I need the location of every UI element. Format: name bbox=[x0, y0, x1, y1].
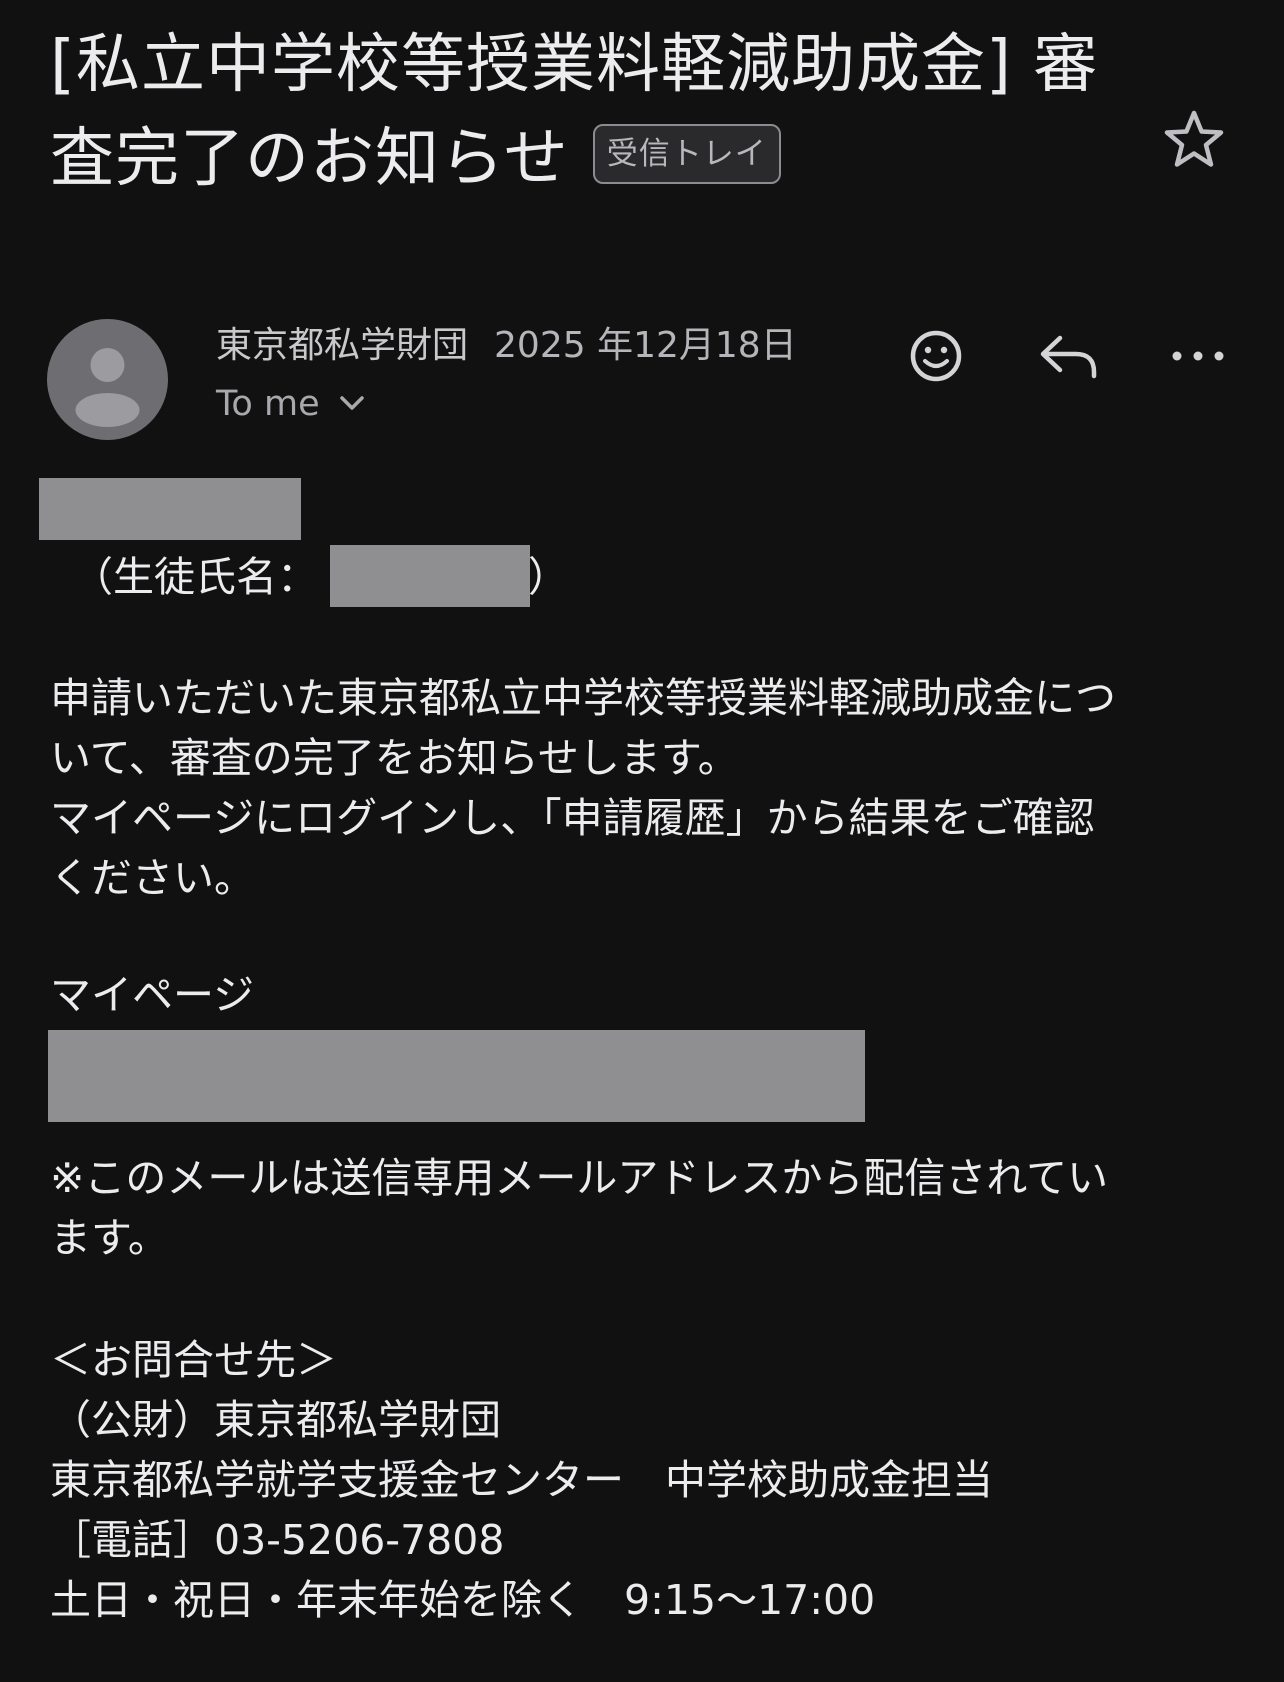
contact-hours: 土日・祝日・年末年始を除く 9:15〜17:00 bbox=[50, 1576, 876, 1624]
chevron-down-icon bbox=[339, 396, 364, 410]
student-name-line: （生徒氏名： ） bbox=[72, 547, 569, 607]
para1-line-4: ください。 bbox=[50, 854, 255, 902]
student-name-label: （生徒氏名： bbox=[72, 553, 318, 601]
sender-line: 東京都私学財団 2025 年12月18日 bbox=[216, 320, 797, 372]
para1-line-1: 申請いただいた東京都私立中学校等授業料軽減助成金につ bbox=[50, 674, 1116, 722]
contact-heading: ＜お問合せ先＞ bbox=[50, 1336, 337, 1384]
email-date: 2025 年12月18日 bbox=[494, 325, 797, 366]
contact-phone[interactable]: ［電話］03-5206-7808 bbox=[50, 1516, 504, 1564]
subject-line-1: [私立中学校等授業料軽減助成金] 審 bbox=[50, 28, 1099, 102]
para1-line-3: マイページにログインし、「申請履歴」から結果をご確認 bbox=[50, 794, 1095, 842]
redacted-recipient-name bbox=[39, 478, 301, 540]
contact-organization: （公財）東京都私学財団 bbox=[50, 1396, 501, 1444]
contact-center: 東京都私学就学支援金センター 中学校助成金担当 bbox=[50, 1456, 993, 1504]
send-only-notice: ※このメールは送信専用メールアドレスから配信されてい ます。 bbox=[50, 1148, 1108, 1268]
recipient-toggle[interactable]: To me bbox=[216, 378, 366, 430]
contact-info: ＜お問合せ先＞ （公財）東京都私学財団 東京都私学就学支援金センター 中学校助成… bbox=[50, 1330, 993, 1630]
person-icon bbox=[75, 348, 140, 427]
sender-name[interactable]: 東京都私学財団 bbox=[216, 325, 468, 366]
para1-line-2: いて、審査の完了をお知らせします。 bbox=[50, 734, 739, 782]
notice-line-2: ます。 bbox=[50, 1214, 169, 1262]
avatar[interactable] bbox=[47, 319, 168, 440]
student-name-close: ） bbox=[528, 553, 569, 601]
inbox-label-badge[interactable]: 受信トレイ bbox=[592, 124, 781, 185]
notice-line-1: ※このメールは送信専用メールアドレスから配信されてい bbox=[50, 1154, 1109, 1202]
recipient-label: To me bbox=[216, 384, 320, 424]
subject-area: [私立中学校等授業料軽減助成金] 審 査完了のお知らせ 受信トレイ bbox=[50, 18, 1130, 206]
reply-icon[interactable] bbox=[1032, 320, 1104, 392]
more-icon[interactable] bbox=[1162, 320, 1234, 392]
email-subject: [私立中学校等授業料軽減助成金] 審 査完了のお知らせ 受信トレイ bbox=[50, 18, 1130, 206]
redacted-mypage-link bbox=[48, 1030, 865, 1122]
body-paragraph-1: 申請いただいた東京都私立中学校等授業料軽減助成金につ いて、審査の完了をお知らせ… bbox=[50, 668, 1116, 908]
redacted-student-name bbox=[330, 545, 530, 607]
smiley-icon[interactable] bbox=[900, 320, 972, 392]
subject-line-2: 査完了のお知らせ bbox=[50, 122, 569, 196]
mypage-label: マイページ bbox=[50, 971, 255, 1019]
star-icon[interactable] bbox=[1162, 108, 1226, 172]
